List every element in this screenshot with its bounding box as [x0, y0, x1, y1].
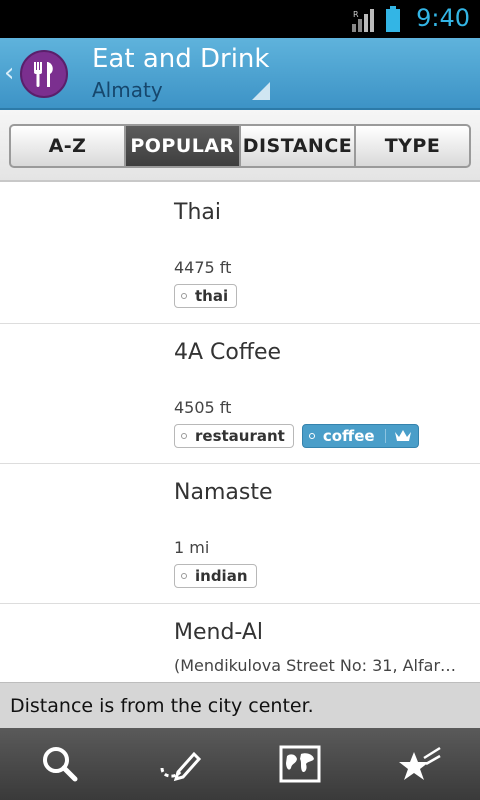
status-icons: R: [352, 6, 400, 32]
place-distance: 4475 ft: [174, 258, 232, 277]
place-tags: thai: [174, 284, 238, 308]
tag-hole-icon: [181, 433, 187, 439]
place-name: Namaste: [174, 480, 273, 505]
place-name: Mend-Al: [174, 620, 264, 645]
list-item[interactable]: Namaste 1 mi indian: [0, 464, 480, 604]
tag[interactable]: restaurant: [174, 424, 294, 448]
tag-label: indian: [195, 567, 248, 585]
bottom-toolbar: [0, 728, 480, 800]
favorites-star-icon: [399, 746, 441, 780]
header: ‹ Eat and Drink Almaty: [0, 38, 480, 110]
page-title: Eat and Drink: [92, 44, 270, 74]
place-address: (Mendikulova Street No: 31, Alfara...: [174, 656, 464, 675]
place-tags: indian: [174, 564, 257, 588]
list-item[interactable]: Mend-Al (Mendikulova Street No: 31, Alfa…: [0, 604, 480, 680]
place-tags: restaurant coffee: [174, 424, 419, 448]
sort-tabs-bar: A-Z POPULAR DISTANCE TYPE: [0, 110, 480, 182]
svg-text:R: R: [353, 10, 359, 19]
dropdown-icon[interactable]: [252, 82, 270, 100]
map-icon: [279, 745, 321, 783]
place-name: 4A Coffee: [174, 340, 282, 365]
battery-icon: [386, 6, 400, 32]
favorites-button[interactable]: [360, 728, 480, 800]
list-item[interactable]: Thai 4475 ft thai: [0, 184, 480, 324]
signal-icon: R: [352, 9, 374, 32]
tag-hole-icon: [181, 573, 187, 579]
place-name: Thai: [174, 200, 221, 225]
distance-notice: Distance is from the city center.: [0, 682, 480, 728]
tag-hole-icon: [181, 293, 187, 299]
tab-a-z[interactable]: A-Z: [11, 126, 126, 166]
tab-distance[interactable]: DISTANCE: [241, 126, 356, 166]
back-chevron-icon[interactable]: ‹: [4, 60, 14, 86]
search-button[interactable]: [0, 728, 120, 800]
status-time: 9:40: [416, 4, 470, 32]
place-distance: 4505 ft: [174, 398, 232, 417]
search-icon: [43, 747, 78, 782]
tag[interactable]: indian: [174, 564, 257, 588]
tag[interactable]: thai: [174, 284, 238, 308]
tag-hole-icon: [308, 433, 315, 439]
sort-tabs: A-Z POPULAR DISTANCE TYPE: [9, 124, 471, 168]
edit-route-icon: [160, 751, 202, 782]
edit-route-button[interactable]: [120, 728, 240, 800]
place-distance: 1 mi: [174, 538, 210, 557]
list-item[interactable]: 4A Coffee 4505 ft restaurant coffee: [0, 324, 480, 464]
map-button[interactable]: [240, 728, 360, 800]
status-bar: R 9:40: [0, 0, 480, 38]
fork-knife-icon[interactable]: [20, 50, 68, 98]
premium-tag[interactable]: coffee: [301, 424, 419, 448]
tag-label: coffee: [322, 427, 375, 445]
city-selector[interactable]: Almaty: [92, 78, 163, 102]
tag-label: thai: [195, 287, 229, 305]
notice-text: Distance is from the city center.: [10, 695, 314, 717]
tab-popular[interactable]: POPULAR: [126, 126, 241, 166]
crown-icon: [384, 429, 412, 443]
tab-type[interactable]: TYPE: [356, 126, 469, 166]
places-list[interactable]: Thai 4475 ft thai 4A Coffee 4505 ft rest…: [0, 184, 480, 680]
tag-label: restaurant: [195, 427, 285, 445]
